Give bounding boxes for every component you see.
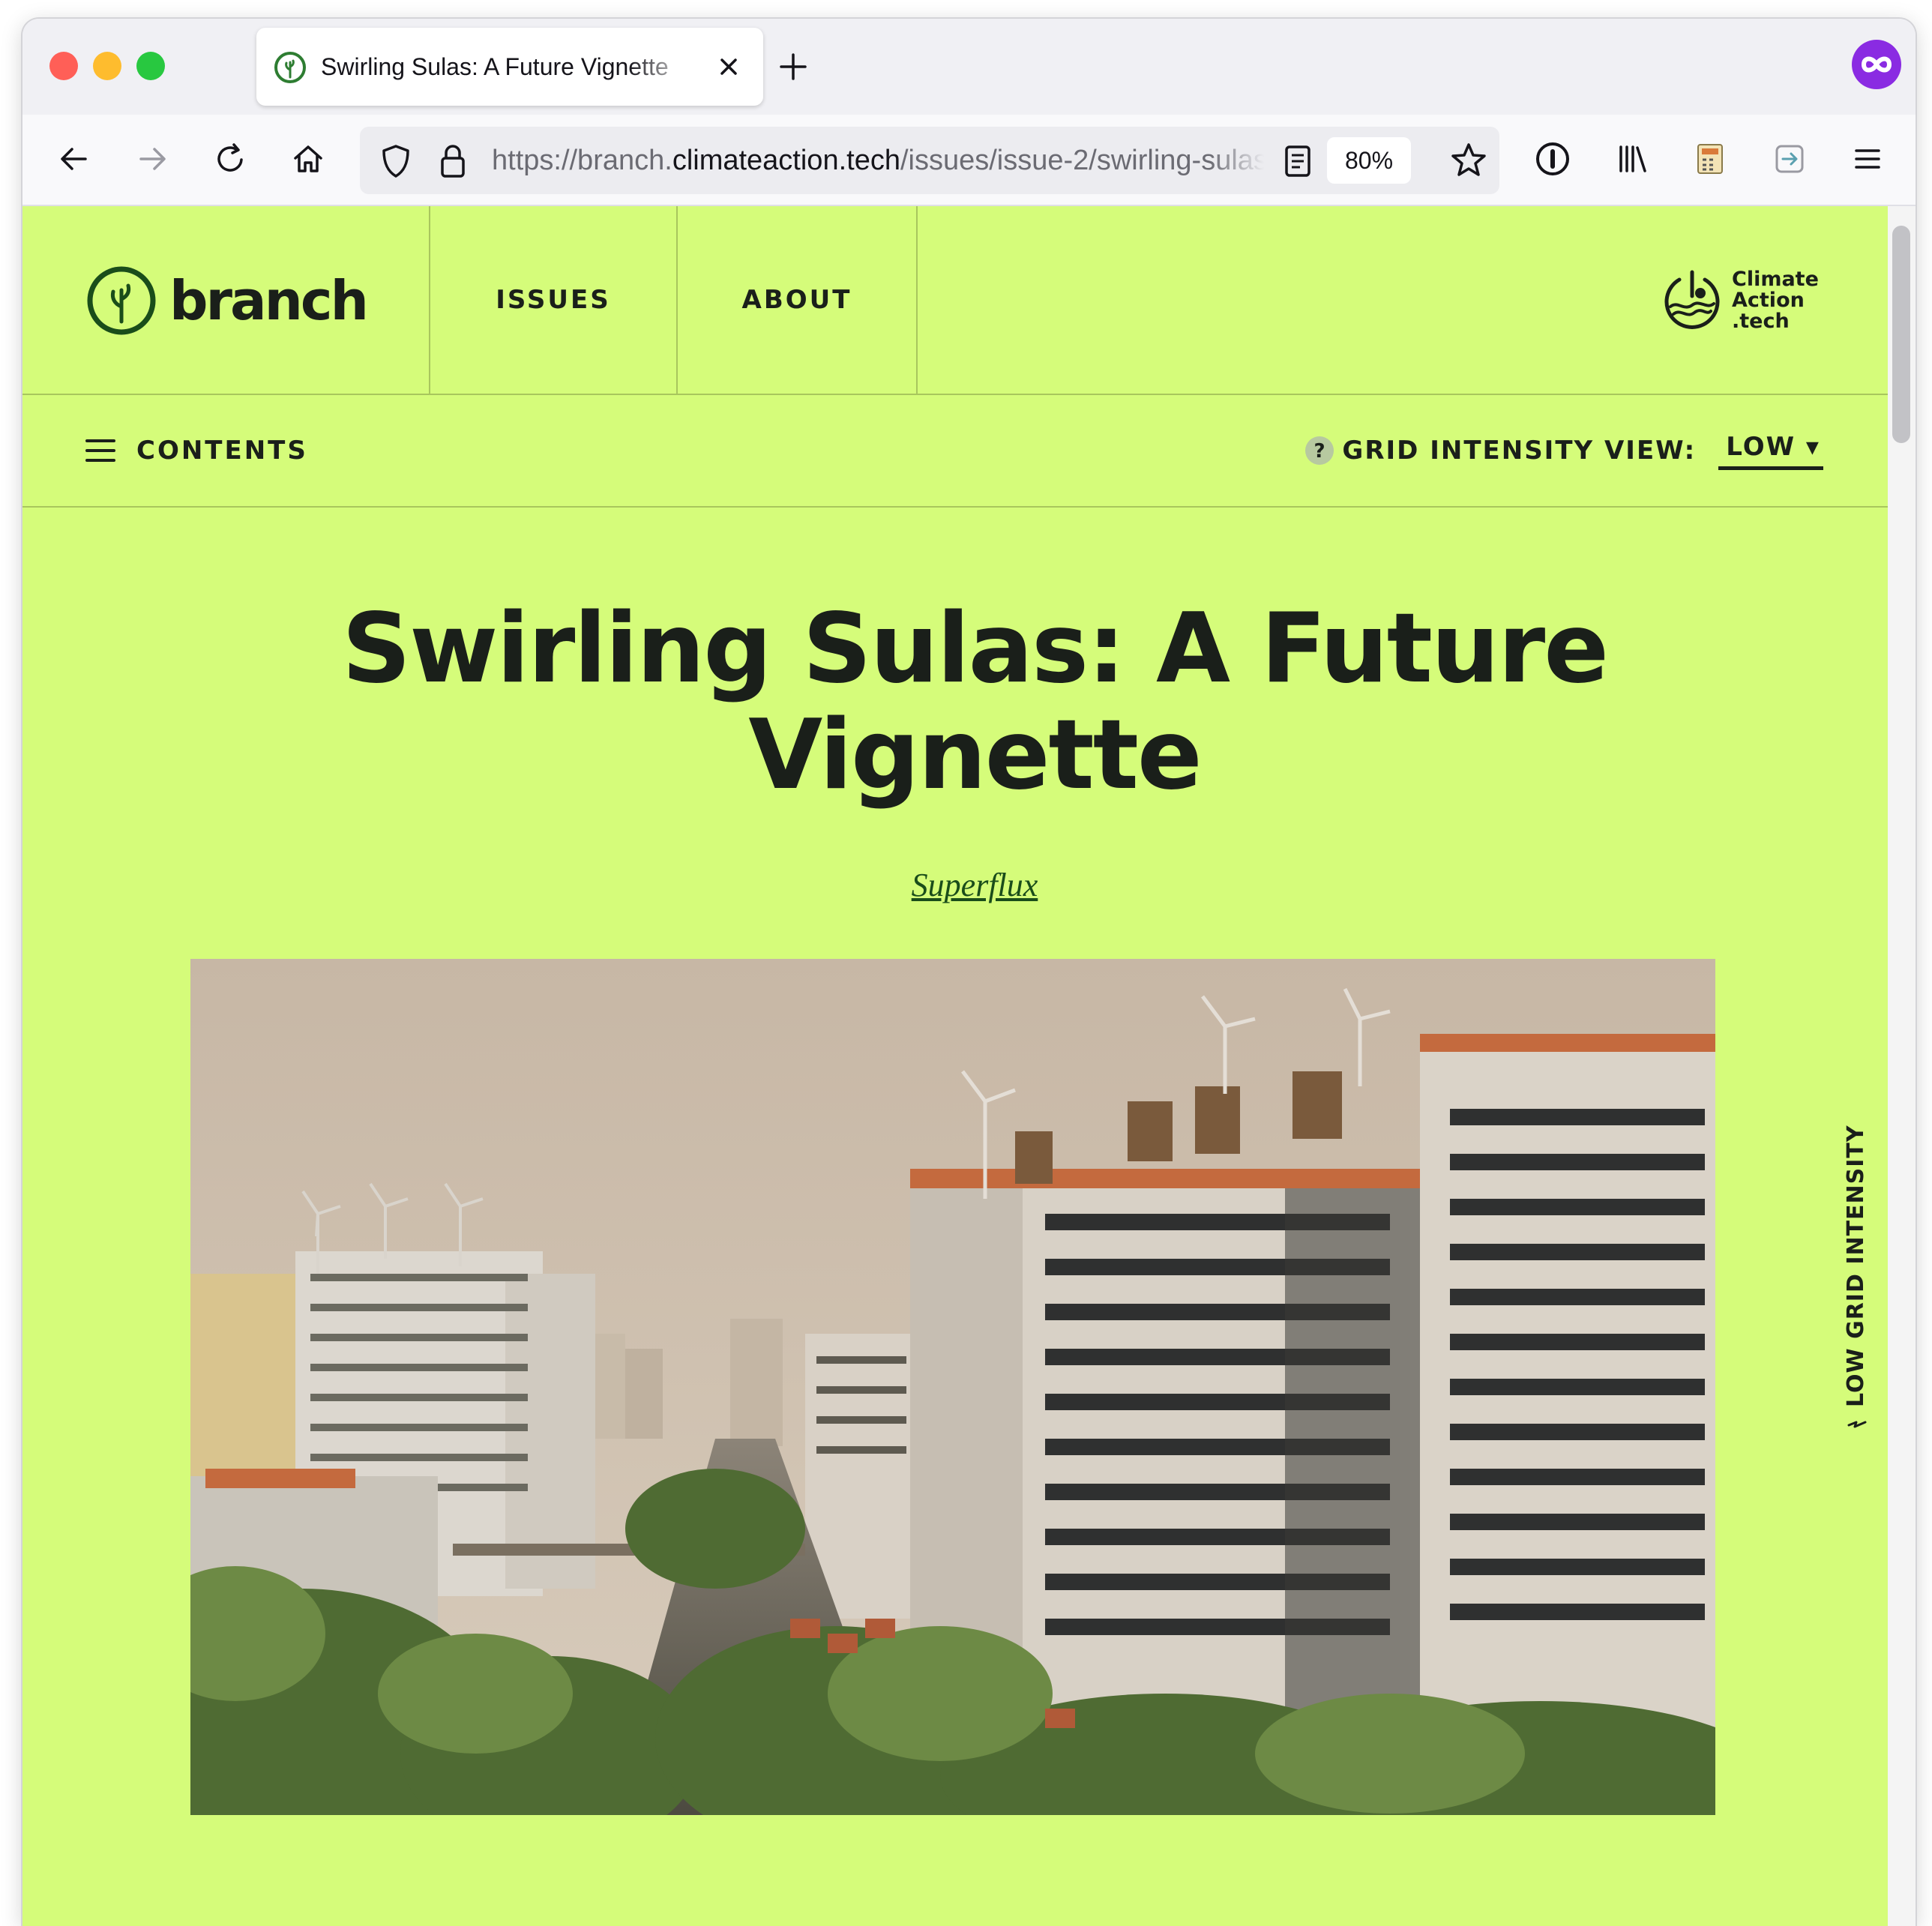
scrollbar[interactable]	[1888, 206, 1916, 1926]
author-link[interactable]: Superflux	[810, 866, 1140, 904]
nav-about[interactable]: ABOUT	[678, 277, 916, 322]
close-window-button[interactable]	[49, 52, 78, 80]
contents-button[interactable]: CONTENTS	[85, 428, 308, 473]
help-question-icon[interactable]: ?	[1304, 436, 1334, 466]
extension-icon[interactable]	[1850, 38, 1903, 91]
nav-issues[interactable]: ISSUES	[430, 277, 676, 322]
library-icon[interactable]	[1610, 137, 1654, 181]
city-illustration	[190, 959, 1715, 1815]
menu-icon[interactable]	[1846, 137, 1889, 181]
forward-arrow-icon[interactable]	[130, 137, 174, 181]
close-tab-icon[interactable]	[709, 47, 748, 86]
calculator-extension-icon[interactable]	[1688, 137, 1732, 181]
bookmark-star-icon[interactable]	[1447, 139, 1490, 182]
shield-icon[interactable]	[375, 140, 417, 182]
url-text[interactable]: https://branch.climateaction.tech/issues…	[492, 143, 1264, 178]
tab-title: Swirling Sulas: A Future Vignette	[321, 53, 669, 80]
minimize-window-button[interactable]	[93, 52, 121, 80]
branch-favicon-icon	[274, 52, 306, 83]
new-tab-icon[interactable]	[774, 47, 813, 86]
partner-line-2: Action	[1732, 289, 1805, 312]
grid-intensity-control: ? GRID INTENSITY VIEW: LOW ▾	[1304, 428, 1823, 473]
password-manager-icon[interactable]	[1531, 137, 1574, 181]
side-label-text: LOW GRID INTENSITY	[1843, 1125, 1869, 1407]
url-prefix: https://branch.	[492, 145, 672, 176]
climate-action-tech-logo[interactable]: Climate Action .tech	[1660, 265, 1885, 340]
back-arrow-icon[interactable]	[52, 137, 96, 181]
sign-in-icon[interactable]	[1768, 137, 1811, 181]
page-content: branch ISSUES ABOUT Climate Action .tech	[22, 206, 1888, 1926]
contents-label: CONTENTS	[136, 436, 308, 466]
grid-intensity-label: GRID INTENSITY VIEW:	[1342, 436, 1697, 466]
home-icon[interactable]	[286, 137, 330, 181]
navigation-toolbar: https://branch.climateaction.tech/issues…	[22, 115, 1916, 206]
tab-strip: Swirling Sulas: A Future Vignette	[22, 19, 1916, 115]
lock-icon[interactable]	[433, 140, 472, 182]
low-grid-intensity-tab[interactable]: LOW GRID INTENSITY	[1835, 1115, 1880, 1437]
article-title: Swirling Sulas: A Future Vignette	[341, 593, 1609, 811]
site-header: branch ISSUES ABOUT Climate Action .tech	[22, 206, 1888, 395]
tab-active[interactable]: Swirling Sulas: A Future Vignette	[256, 28, 763, 106]
zoom-level-badge[interactable]: 80%	[1327, 137, 1411, 184]
browser-window: Swirling Sulas: A Future Vignette https:…	[22, 19, 1916, 1926]
url-bar[interactable]: https://branch.climateaction.tech/issues…	[360, 127, 1499, 194]
svg-text:?: ?	[1314, 440, 1325, 463]
hamburger-icon	[85, 439, 115, 462]
partner-line-1: Climate	[1732, 268, 1819, 291]
reload-icon[interactable]	[208, 137, 252, 181]
climate-action-text: Climate Action .tech	[1732, 269, 1882, 332]
url-path: /issues/issue-2/swirling-sulas	[900, 145, 1264, 176]
climate-action-power-icon	[1664, 270, 1720, 329]
scrollbar-thumb[interactable]	[1892, 226, 1910, 443]
sub-navigation-bar: CONTENTS ? GRID INTENSITY VIEW: LOW ▾	[22, 395, 1888, 508]
branch-logo[interactable]: branch	[85, 263, 369, 338]
maximize-window-button[interactable]	[136, 52, 165, 80]
branch-sprout-icon	[87, 266, 156, 335]
grid-intensity-select[interactable]: LOW ▾	[1718, 432, 1823, 470]
reader-view-icon[interactable]	[1279, 140, 1316, 182]
hero-image	[190, 959, 1715, 1815]
nav-divider	[916, 206, 918, 394]
url-domain: climateaction.tech	[672, 145, 900, 176]
logo-text: branch	[169, 269, 369, 332]
lightning-bolt-icon	[1847, 1421, 1867, 1428]
partner-line-3: .tech	[1732, 310, 1790, 333]
